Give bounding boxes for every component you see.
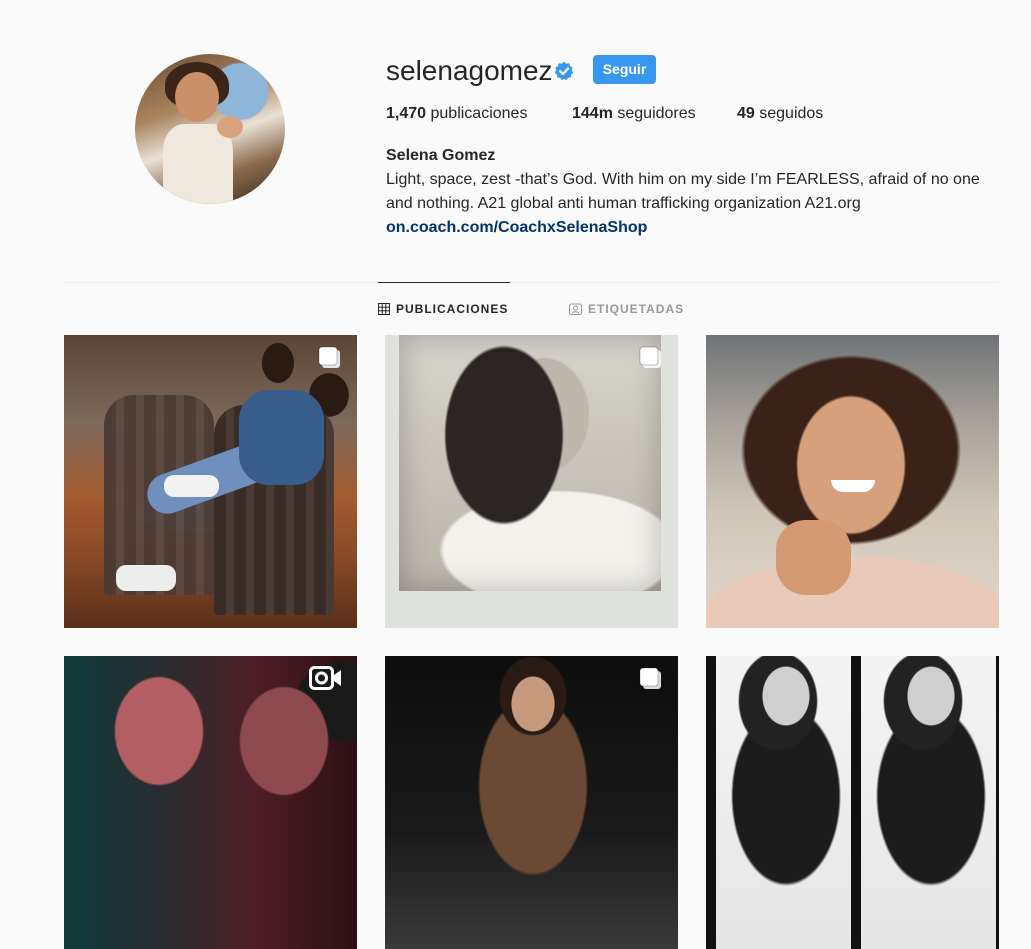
follow-button[interactable]: Seguir (593, 55, 656, 84)
profile-full-name: Selena Gomez (386, 147, 496, 164)
stat-following[interactable]: 49 seguidos (737, 104, 823, 124)
profile-username: selenagomez (386, 55, 553, 86)
profile-external-link[interactable]: on.coach.com/CoachxSelenaShop (386, 216, 1006, 240)
stat-followers[interactable]: 144m seguidores (572, 104, 696, 124)
tabs-divider (64, 282, 999, 283)
carousel-icon (318, 346, 340, 368)
post-tile[interactable] (64, 335, 357, 628)
profile-avatar[interactable] (135, 54, 285, 204)
carousel-icon (639, 346, 661, 368)
tagged-user-icon (569, 303, 582, 315)
profile-bio: Selena Gomez Light, space, zest -that’s … (386, 144, 1006, 240)
tab-etiquetadas-label: ETIQUETADAS (588, 302, 685, 316)
grid-icon (378, 303, 390, 315)
profile-bio-text: Light, space, zest -that’s God. With him… (386, 171, 980, 212)
verified-badge-icon (554, 61, 574, 81)
post-tile[interactable] (706, 335, 999, 628)
post-tile[interactable] (385, 335, 678, 628)
active-tab-indicator (378, 282, 510, 283)
post-tile[interactable] (385, 656, 678, 949)
followers-count: 144m (572, 105, 613, 122)
following-count: 49 (737, 105, 755, 122)
stat-posts: 1,470 publicaciones (386, 104, 527, 124)
post-tile[interactable] (706, 656, 999, 949)
posts-label: publicaciones (430, 105, 528, 122)
post-tile[interactable] (64, 656, 357, 949)
followers-label: seguidores (617, 105, 696, 122)
carousel-icon (639, 667, 661, 689)
posts-count: 1,470 (386, 105, 427, 122)
tab-publicaciones-label: PUBLICACIONES (396, 302, 509, 316)
following-label: seguidos (759, 105, 824, 122)
tab-publicaciones[interactable]: PUBLICACIONES (378, 301, 508, 317)
video-icon (309, 666, 341, 690)
tab-etiquetadas[interactable]: ETIQUETADAS (569, 301, 684, 317)
